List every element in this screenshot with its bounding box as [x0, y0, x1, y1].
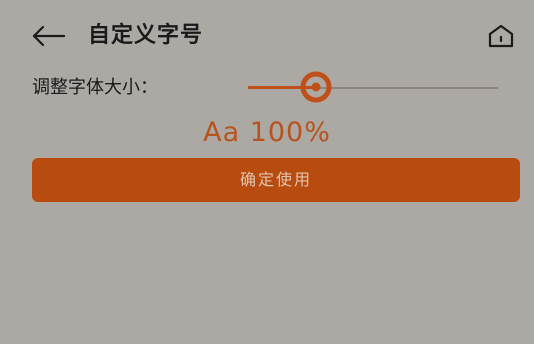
font-size-slider[interactable] — [248, 71, 498, 106]
home-icon[interactable] — [486, 22, 516, 50]
font-size-setting-row: 调整字体大小： — [32, 71, 512, 106]
font-size-preview: Aa 100% — [203, 117, 331, 148]
page-title: 自定义字号 — [88, 23, 204, 48]
font-size-label: 调整字体大小： — [32, 77, 158, 98]
header: 自定义字号 — [0, 0, 534, 70]
arrow-left-icon[interactable] — [30, 22, 66, 50]
slider-thumb[interactable] — [300, 71, 332, 103]
confirm-button[interactable]: 确定使用 — [32, 158, 520, 202]
